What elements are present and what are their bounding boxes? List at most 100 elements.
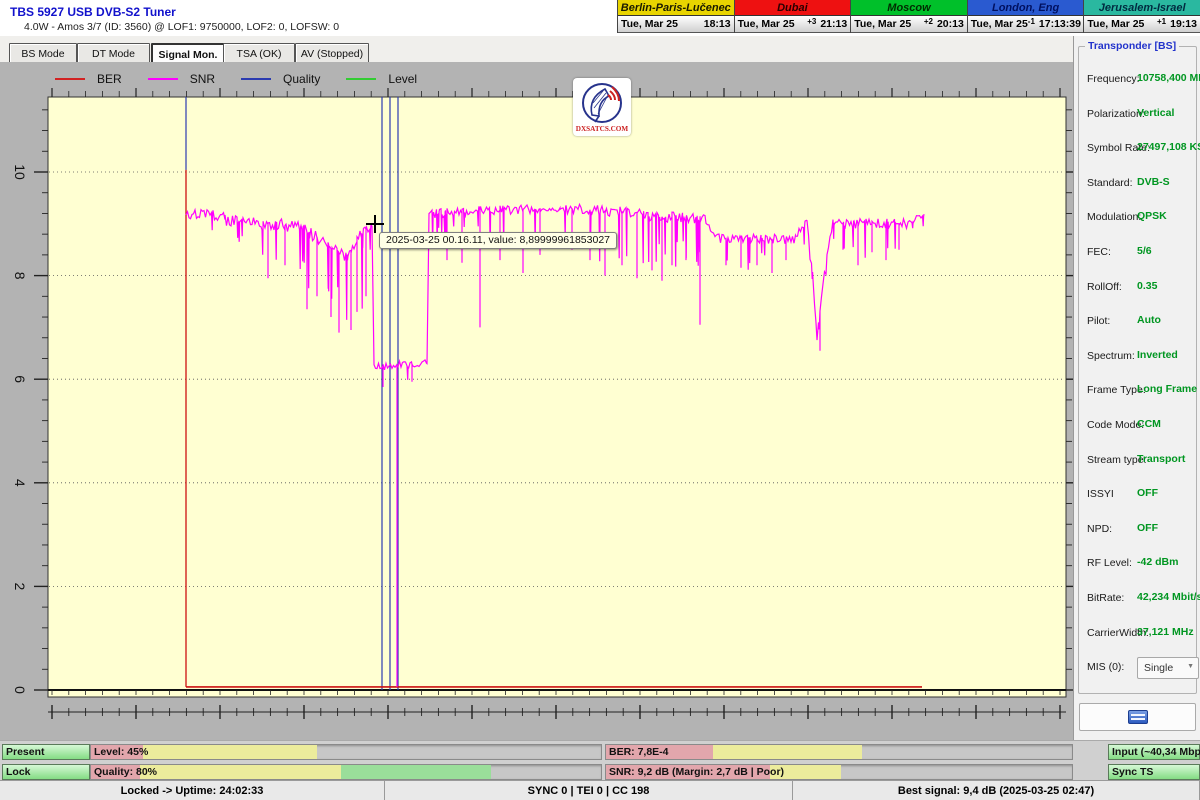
crosshair-cursor <box>366 215 384 233</box>
clock-city-label: London, Eng <box>968 0 1084 16</box>
window-title: TBS 5927 USB DVB-S2 Tuner <box>10 5 176 19</box>
svg-text:2: 2 <box>12 583 28 591</box>
status-lock-uptime: Locked -> Uptime: 24:02:33 <box>0 781 385 800</box>
clock-city-label: Moscow <box>851 0 967 16</box>
transponder-panel: Transponder [BS] Frequency:10758,400 MHz… <box>1073 36 1200 740</box>
world-clocks: Berlin-Paris-Lučenec Tue, Mar 25 18:13Duba… <box>617 0 1200 31</box>
field-value: DVB-S <box>1137 176 1170 188</box>
clock-hhmm: 17:13:39 <box>1039 18 1081 30</box>
field-value: 0.35 <box>1137 280 1157 292</box>
indicator-input-40-34-mbps-: Input (~40,34 Mbps) <box>1108 744 1200 760</box>
field-value: CCM <box>1137 418 1161 430</box>
clock-city-label: Jerusalem-Israel <box>1084 0 1200 16</box>
svg-text:10: 10 <box>12 164 28 180</box>
tab-bs-mode[interactable]: BS Mode <box>9 43 77 64</box>
dxsatcs-logo: DXSATCS.COM <box>573 78 631 136</box>
clock-dubai: DubaiTue, Mar 25+321:13 <box>734 0 851 33</box>
status-bar: Locked -> Uptime: 24:02:33 SYNC 0 | TEI … <box>0 780 1200 800</box>
svg-text:8: 8 <box>12 272 28 280</box>
transponder-row-rolloff-: RollOff:0.35 <box>1079 281 1196 297</box>
transponder-row-mis: MIS (0):Single▼ <box>1079 661 1196 677</box>
tab-bar: BS ModeDT ModeSignal Mon.TSA (OK)AV (Sto… <box>0 36 1073 63</box>
clock-date: Tue, Mar 25 <box>854 18 911 30</box>
logo-text: DXSATCS.COM <box>576 125 629 133</box>
svg-text:0: 0 <box>12 686 28 694</box>
indicator-label: BER: 7,8E-4 <box>609 746 669 758</box>
status-sync-counters: SYNC 0 | TEI 0 | CC 198 <box>385 781 793 800</box>
chevron-down-icon: ▼ <box>1187 663 1194 670</box>
transponder-row-stream-type-: Stream type:Transport <box>1079 454 1196 470</box>
transponder-row-pilot-: Pilot:Auto <box>1079 315 1196 331</box>
field-value: 5/6 <box>1137 245 1152 257</box>
field-value: Inverted <box>1137 349 1178 361</box>
field-label: Standard: <box>1087 177 1133 189</box>
gauge-segment-green <box>341 765 491 779</box>
transponder-row-rf-level-: RF Level:-42 dBm <box>1079 557 1196 573</box>
clock-utc-offset: +2 <box>911 17 937 26</box>
field-label: FEC: <box>1087 246 1111 258</box>
indicator-sync-ts: Sync TS <box>1108 764 1200 780</box>
field-label: BitRate: <box>1087 592 1124 604</box>
indicator-label: Input (~40,34 Mbps) <box>1112 746 1200 758</box>
indicator-label: Present <box>6 746 45 758</box>
clock-berlin-paris-lu-enec: Berlin-Paris-Lučenec Tue, Mar 25 18:13 <box>617 0 734 33</box>
transponder-list-button[interactable] <box>1079 703 1196 731</box>
svg-text:4: 4 <box>12 479 28 487</box>
indicator-bars: Present Level: 45% BER: 7,8E-4 Input (~40,3… <box>0 740 1200 781</box>
signal-chart[interactable]: 0 2 4 6 8 10 <box>0 62 1073 740</box>
field-value: QPSK <box>1137 210 1167 222</box>
transponder-row-frame-type-: Frame Type:Long Frame <box>1079 384 1196 400</box>
clock-jerusalem-israel: Jerusalem-IsraelTue, Mar 25+119:13 <box>1083 0 1200 33</box>
field-label: Frequency: <box>1087 73 1140 85</box>
transponder-row-issyi: ISSYIOFF <box>1079 488 1196 504</box>
tab-dt-mode[interactable]: DT Mode <box>77 43 150 64</box>
clock-utc-offset: +1 <box>1144 17 1170 26</box>
indicator-snr: SNR: 9,2 dB (Margin: 2,7 dB | Poor) <box>605 764 1073 780</box>
transponder-row-modulation-: Modulation:QPSK <box>1079 211 1196 227</box>
field-value: Long Frame <box>1137 383 1197 395</box>
clock-time: Tue, Mar 25+119:13 <box>1084 16 1200 33</box>
indicator-label: Level: 45% <box>94 746 148 758</box>
clock-moscow: MoscowTue, Mar 25+220:13 <box>850 0 967 33</box>
indicator-level: Level: 45% <box>90 744 602 760</box>
tab-av-stopped-[interactable]: AV (Stopped) <box>295 43 369 64</box>
indicator-label: Quality: 80% <box>94 766 157 778</box>
groupbox-title: Transponder [BS] <box>1085 40 1179 52</box>
field-value: 27497,108 KS/s <box>1137 141 1200 153</box>
clock-hhmm: 18:13 <box>704 18 731 30</box>
field-label: Code Mode: <box>1087 419 1144 431</box>
gauge-segment-yellow <box>143 745 317 759</box>
app-window: TBS 5927 USB DVB-S2 Tuner 4.0W - Amos 3/… <box>0 0 1200 800</box>
field-value: Auto <box>1137 314 1161 326</box>
gauge-segment-yellow <box>713 745 862 759</box>
transponder-row-npd-: NPD:OFF <box>1079 523 1196 539</box>
clock-time: Tue, Mar 25+321:13 <box>735 16 851 33</box>
clock-city-label: Berlin-Paris-Lučenec <box>618 0 734 16</box>
svg-text:6: 6 <box>12 375 28 383</box>
mis-dropdown[interactable]: Single▼ <box>1137 657 1199 679</box>
indicator-label: Lock <box>6 766 31 778</box>
clock-time: Tue, Mar 25 18:13 <box>618 16 734 33</box>
field-value: OFF <box>1137 522 1158 534</box>
transponder-row-spectrum-: Spectrum:Inverted <box>1079 350 1196 366</box>
transponder-row-fec-: FEC: 5/6 <box>1079 246 1196 262</box>
clock-date: Tue, Mar 25 <box>738 18 795 30</box>
field-label: Spectrum: <box>1087 350 1135 362</box>
field-value: 10758,400 MHz <box>1137 72 1200 84</box>
transponder-row-standard-: Standard: DVB-S <box>1079 177 1196 193</box>
field-value: 37,121 MHz <box>1137 626 1194 638</box>
field-value: 42,234 Mbit/s <box>1137 591 1200 603</box>
indicator-present: Present <box>2 744 90 760</box>
indicator-ber: BER: 7,8E-4 <box>605 744 1073 760</box>
tab-tsa-ok-[interactable]: TSA (OK) <box>223 43 295 64</box>
satellite-dish-icon: DXSATCS.COM <box>573 78 631 136</box>
clock-utc-offset: +3 <box>795 17 821 26</box>
transponder-row-code-mode-: Code Mode:CCM <box>1079 419 1196 435</box>
field-value: Transport <box>1137 453 1185 465</box>
clock-date: Tue, Mar 25 <box>1087 18 1144 30</box>
clock-utc-offset: -1 <box>1028 17 1039 26</box>
signal-chart-panel[interactable]: BERSNRQualityLevel 0246810 2025-03-25 00… <box>0 62 1073 740</box>
clock-date: Tue, Mar 25 <box>621 18 678 30</box>
transponder-row-carrierwidth-: CarrierWidth:37,121 MHz <box>1079 627 1196 643</box>
indicator-lock: Lock <box>2 764 90 780</box>
